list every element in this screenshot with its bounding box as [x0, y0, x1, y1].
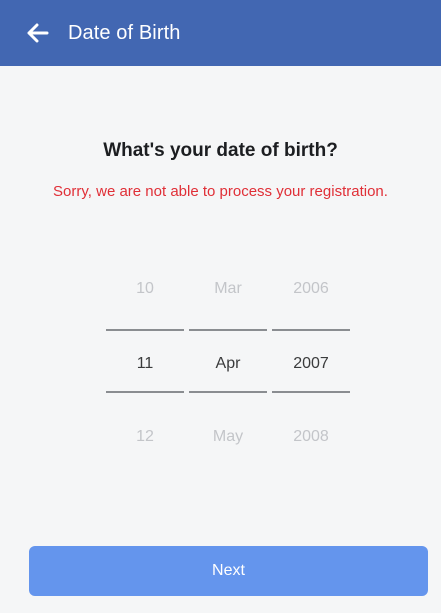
selection-divider — [272, 329, 350, 331]
selection-divider — [106, 391, 184, 393]
year-wheel[interactable]: 2006 2007 2008 — [272, 270, 350, 460]
month-option-next[interactable]: May — [189, 428, 267, 446]
selection-divider — [189, 329, 267, 331]
error-message: Sorry, we are not able to process your r… — [53, 183, 388, 200]
selection-divider — [106, 329, 184, 331]
year-option-selected[interactable]: 2007 — [272, 355, 350, 373]
day-option-selected[interactable]: 11 — [106, 355, 184, 373]
arrow-left-icon — [27, 23, 49, 43]
selection-divider — [189, 391, 267, 393]
next-button[interactable]: Next — [29, 546, 428, 596]
selection-divider — [272, 391, 350, 393]
back-button[interactable] — [14, 0, 62, 66]
month-wheel[interactable]: Mar Apr May — [189, 270, 267, 460]
question-heading: What's your date of birth? — [103, 140, 338, 161]
date-picker[interactable]: 10 11 12 Mar Apr May 2006 2007 2008 — [106, 270, 352, 460]
day-wheel[interactable]: 10 11 12 — [106, 270, 184, 460]
page-title: Date of Birth — [68, 21, 181, 44]
year-option-next[interactable]: 2008 — [272, 428, 350, 446]
header-bar: Date of Birth — [0, 0, 441, 66]
day-option-next[interactable]: 12 — [106, 428, 184, 446]
month-option-selected[interactable]: Apr — [189, 355, 267, 373]
month-option-previous[interactable]: Mar — [189, 280, 267, 298]
year-option-previous[interactable]: 2006 — [272, 280, 350, 298]
day-option-previous[interactable]: 10 — [106, 280, 184, 298]
